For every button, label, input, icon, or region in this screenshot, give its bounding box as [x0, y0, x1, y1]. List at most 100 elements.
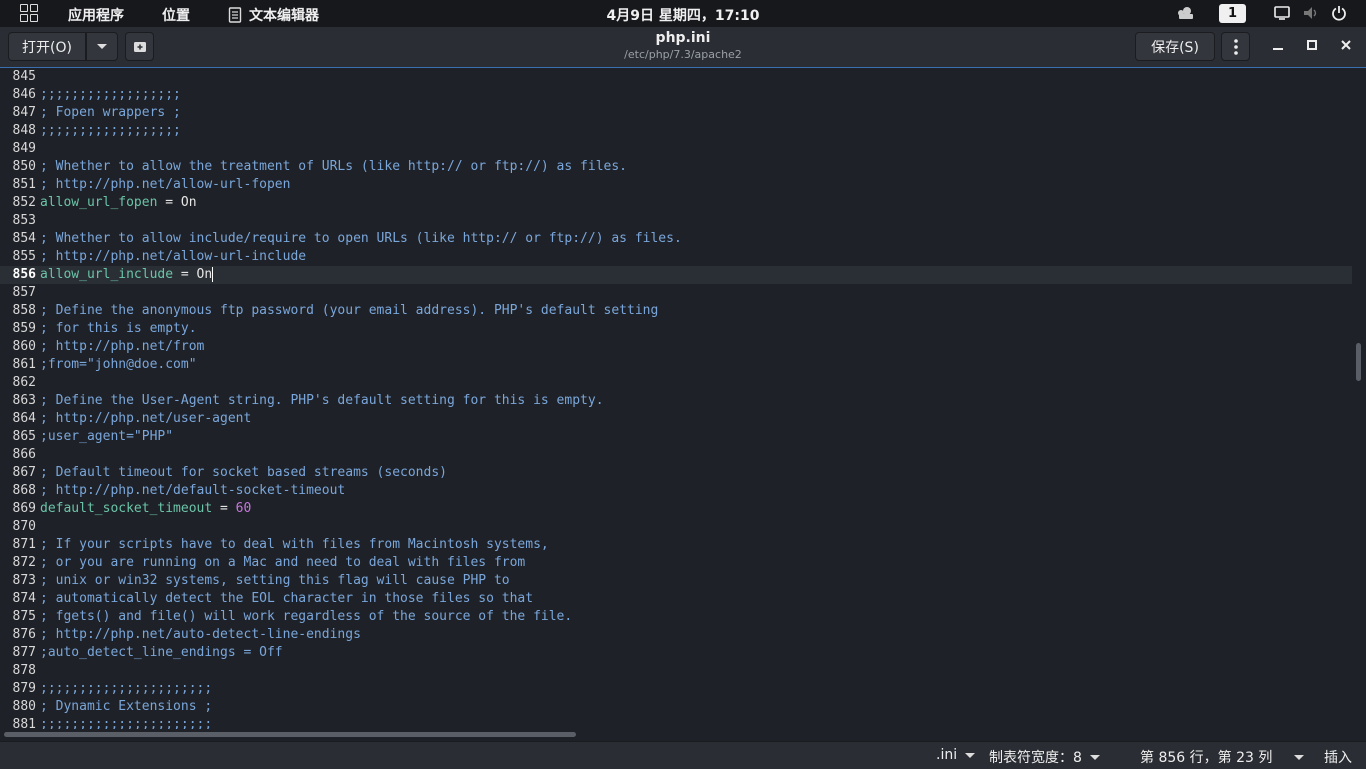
- code-line[interactable]: 864 ; http://php.net/user-agent: [0, 410, 1352, 428]
- code-line[interactable]: 855 ; http://php.net/allow-url-include: [0, 248, 1352, 266]
- code-line[interactable]: 860 ; http://php.net/from: [0, 338, 1352, 356]
- code-line[interactable]: 853: [0, 212, 1352, 230]
- line-number: 874: [12, 591, 36, 606]
- power-icon[interactable]: [1331, 5, 1347, 21]
- code-text: ;auto_detect_line_endings = Off: [40, 644, 283, 662]
- code-text: ; http://php.net/allow-url-fopen: [40, 176, 290, 194]
- line-number: 858: [12, 303, 36, 318]
- code-line[interactable]: 880 ; Dynamic Extensions ;: [0, 698, 1352, 716]
- code-text: ; unix or win32 systems, setting this fl…: [40, 572, 510, 590]
- line-number: 863: [12, 393, 36, 408]
- comment-text: ; automatically detect the EOL character…: [40, 591, 534, 606]
- code-line[interactable]: 869 default_socket_timeout = 60: [0, 500, 1352, 518]
- chevron-down-icon: [1294, 754, 1305, 760]
- comment-text: ;auto_detect_line_endings = Off: [40, 645, 283, 660]
- code-text: ; If your scripts have to deal with file…: [40, 536, 549, 554]
- comment-text: ; http://php.net/from: [40, 339, 205, 354]
- line-number: 880: [12, 699, 36, 714]
- menu-button[interactable]: [1221, 32, 1250, 61]
- code-line[interactable]: 859 ; for this is empty.: [0, 320, 1352, 338]
- line-number: 862: [12, 375, 36, 390]
- code-line[interactable]: 877 ;auto_detect_line_endings = Off: [0, 644, 1352, 662]
- comment-text: ; Dynamic Extensions ;: [40, 699, 213, 714]
- maximize-button[interactable]: [1302, 36, 1322, 56]
- volume-icon[interactable]: [1302, 5, 1320, 21]
- clock[interactable]: 4月9日 星期四，17:10: [0, 5, 1366, 25]
- code-line[interactable]: 866: [0, 446, 1352, 464]
- code-line[interactable]: 874 ; automatically detect the EOL charac…: [0, 590, 1352, 608]
- code-line[interactable]: 862: [0, 374, 1352, 392]
- cursor-position-selector[interactable]: 第 856 行，第 23 列: [1140, 747, 1305, 767]
- text-editor-area[interactable]: 845 846;;;;;;;;;;;;;;;;;; 847; Fopen wrapp…: [0, 68, 1366, 729]
- directive-key: default_socket_timeout: [40, 501, 213, 516]
- code-line[interactable]: 868 ; http://php.net/default-socket-timeo…: [0, 482, 1352, 500]
- code-line[interactable]: 858 ; Define the anonymous ftp password (…: [0, 302, 1352, 320]
- comment-text: ; Fopen wrappers ;: [40, 105, 181, 120]
- code-line[interactable]: 875 ; fgets() and file() will work regard…: [0, 608, 1352, 626]
- line-number: 865: [12, 429, 36, 444]
- insert-mode-indicator[interactable]: 插入: [1324, 747, 1352, 767]
- status-bar: .ini 制表符宽度：8 第 856 行，第 23 列 插入: [0, 741, 1366, 769]
- comment-text: ; unix or win32 systems, setting this fl…: [40, 573, 510, 588]
- code-line[interactable]: 857: [0, 284, 1352, 302]
- code-text: ;;;;;;;;;;;;;;;;;;;;;;: [40, 680, 212, 698]
- tab-width-selector[interactable]: 制表符宽度：8: [989, 747, 1100, 767]
- maximize-icon: [1307, 40, 1317, 50]
- code-text: ;from="john@doe.com": [40, 356, 197, 374]
- code-line[interactable]: 848;;;;;;;;;;;;;;;;;;: [0, 122, 1352, 140]
- code-text: ; Default timeout for socket based strea…: [40, 464, 447, 482]
- code-token: = On: [173, 267, 213, 282]
- code-line[interactable]: 850 ; Whether to allow the treatment of U…: [0, 158, 1352, 176]
- line-number: 846: [12, 87, 36, 102]
- code-line[interactable]: 870: [0, 518, 1352, 536]
- code-line[interactable]: 854 ; Whether to allow include/require to…: [0, 230, 1352, 248]
- line-number: 859: [12, 321, 36, 336]
- number-value: 60: [235, 501, 252, 516]
- code-text: ; http://php.net/user-agent: [40, 410, 251, 428]
- code-line[interactable]: 867 ; Default timeout for socket based st…: [0, 464, 1352, 482]
- code-text: ; Whether to allow include/require to op…: [40, 230, 682, 248]
- code-line[interactable]: 845: [0, 68, 1352, 86]
- comment-text: ; Default timeout for socket based strea…: [40, 465, 447, 480]
- code-text: ; fgets() and file() will work regardles…: [40, 608, 572, 626]
- code-line[interactable]: 849: [0, 140, 1352, 158]
- code-line[interactable]: 861 ;from="john@doe.com": [0, 356, 1352, 374]
- comment-text: ; Whether to allow the treatment of URLs…: [40, 159, 627, 174]
- code-line[interactable]: 863 ; Define the User-Agent string. PHP's…: [0, 392, 1352, 410]
- code-line[interactable]: 852 allow_url_fopen = On: [0, 194, 1352, 212]
- code-token: =: [212, 501, 236, 516]
- save-button[interactable]: 保存(S): [1135, 32, 1215, 61]
- code-line[interactable]: 846;;;;;;;;;;;;;;;;;;: [0, 86, 1352, 104]
- comment-text: ;;;;;;;;;;;;;;;;;;;;;;: [40, 681, 213, 696]
- code-line[interactable]: 856 allow_url_include = On: [0, 266, 1352, 284]
- code-line[interactable]: 873 ; unix or win32 systems, setting this…: [0, 572, 1352, 590]
- comment-text: ; Define the anonymous ftp password (you…: [40, 303, 659, 318]
- code-line[interactable]: 879;;;;;;;;;;;;;;;;;;;;;;: [0, 680, 1352, 698]
- line-number: 848: [12, 123, 36, 138]
- comment-text: ;;;;;;;;;;;;;;;;;;: [40, 123, 181, 138]
- code-line[interactable]: 878: [0, 662, 1352, 680]
- close-button[interactable]: [1336, 36, 1356, 56]
- code-line[interactable]: 871 ; If your scripts have to deal with f…: [0, 536, 1352, 554]
- code-line[interactable]: 847 ; Fopen wrappers ;: [0, 104, 1352, 122]
- code-line[interactable]: 851 ; http://php.net/allow-url-fopen: [0, 176, 1352, 194]
- minimize-button[interactable]: [1268, 36, 1288, 56]
- code-line[interactable]: 872 ; or you are running on a Mac and nee…: [0, 554, 1352, 572]
- code-line[interactable]: 865 ;user_agent="PHP": [0, 428, 1352, 446]
- display-icon[interactable]: [1274, 6, 1290, 20]
- directive-key: allow_url_include: [40, 267, 174, 282]
- code-line[interactable]: 876 ; http://php.net/auto-detect-line-end…: [0, 626, 1352, 644]
- comment-text: ; http://php.net/allow-url-fopen: [40, 177, 291, 192]
- workspace-indicator[interactable]: 1: [1219, 4, 1246, 23]
- vertical-scrollbar[interactable]: [1356, 343, 1361, 381]
- webcam-icon[interactable]: [1177, 6, 1195, 20]
- code-text: ; Whether to allow the treatment of URLs…: [40, 158, 627, 176]
- chevron-down-icon: [1089, 754, 1100, 760]
- cursor-position-label: 第 856 行，第 23 列: [1140, 750, 1273, 766]
- horizontal-scrollbar[interactable]: [4, 732, 576, 737]
- code-line[interactable]: 881;;;;;;;;;;;;;;;;;;;;;;: [0, 716, 1352, 729]
- text-cursor: [212, 267, 214, 282]
- comment-text: ; Whether to allow include/require to op…: [40, 231, 682, 246]
- code-text: ; Define the User-Agent string. PHP's de…: [40, 392, 604, 410]
- language-selector[interactable]: .ini: [936, 747, 976, 763]
